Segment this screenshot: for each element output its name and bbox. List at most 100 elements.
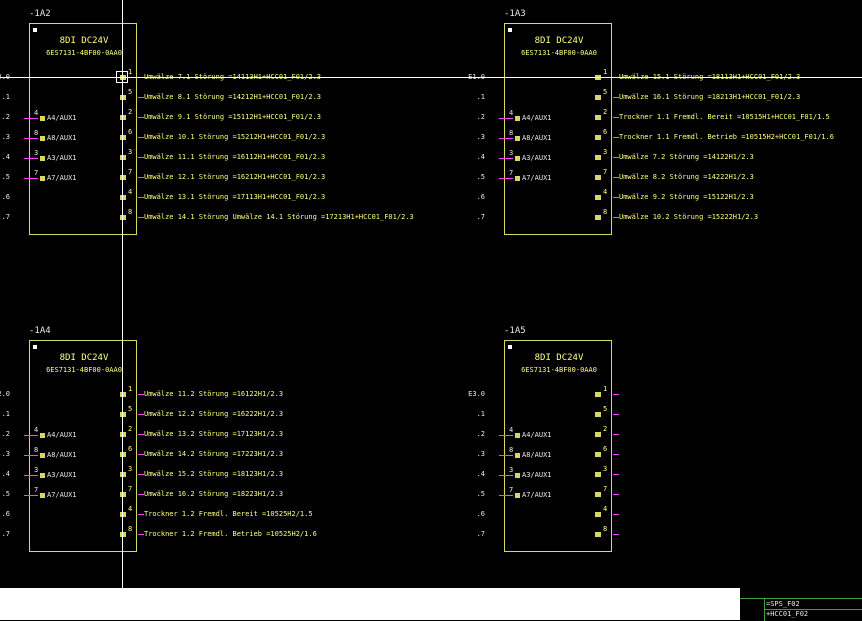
aux-number: 7 <box>34 486 39 494</box>
aux-terminal[interactable] <box>515 433 520 438</box>
module-frame[interactable]: 8DI DC24V 6ES7131-4BF00-0AA0 E0.01Umwälz… <box>0 23 414 235</box>
terminal-pin[interactable] <box>595 115 601 120</box>
aux-number: 7 <box>509 486 514 494</box>
signal-description[interactable]: Umwälze 11.1 Störung =16112H1+HCC01_F01/… <box>144 152 325 162</box>
aux-label: A7/AUX1 <box>47 174 77 182</box>
terminal-pin[interactable] <box>120 215 126 220</box>
module-frame[interactable]: 8DI DC24V 6ES7131-4BF00-0AA0 E1.0 1 Umwälz… <box>468 23 834 235</box>
terminal-pin[interactable] <box>120 512 126 517</box>
signal-description[interactable]: Umwälze 12.1 Störung =16212H1+HCC01_F01/… <box>144 172 325 182</box>
signal-description[interactable]: Umwälze 10.2 Störung =15222H1/2.3 <box>619 212 758 222</box>
terminal-pin[interactable] <box>120 175 126 180</box>
terminal-pin[interactable] <box>595 432 601 437</box>
aux-terminal[interactable] <box>515 156 520 161</box>
aux-label: A7/AUX1 <box>522 174 552 182</box>
aux-terminal[interactable] <box>40 433 45 438</box>
aux-terminal[interactable] <box>515 473 520 478</box>
signal-description[interactable]: Umwälze 13.2 Störung =17123H1/2.3 <box>144 429 283 439</box>
aux-terminal[interactable] <box>515 453 520 458</box>
terminal-pin[interactable] <box>120 195 126 200</box>
signal-description[interactable]: Umwälze 8.1 Störung =14212H1+HCC01_F01/2… <box>144 92 321 102</box>
aux-terminal[interactable] <box>40 116 45 121</box>
io-address: .1 <box>476 93 485 101</box>
aux-terminal[interactable] <box>515 116 520 121</box>
terminal-pin[interactable] <box>595 452 601 457</box>
aux-number: 4 <box>509 109 514 117</box>
terminal-pin[interactable] <box>595 135 601 140</box>
signal-description[interactable]: Umwälze 7.2 Störung =14122H1/2.3 <box>619 152 754 162</box>
aux-wire <box>499 475 513 476</box>
aux-terminal[interactable] <box>40 176 45 181</box>
module-label: -1A3 <box>504 9 526 19</box>
terminal-pin[interactable] <box>120 452 126 457</box>
io-address: .6 <box>476 193 485 201</box>
aux-number: 3 <box>509 466 514 474</box>
aux-label: A8/AUX1 <box>522 134 552 142</box>
signal-description[interactable]: Umwälze 14.2 Störung =17223H1/2.3 <box>144 449 283 459</box>
module-frame[interactable]: 8DI DC24V 6ES7131-4BF00-0AA0 E3.0 1 .1 5 .2 2… <box>468 340 619 552</box>
io-address: .4 <box>1 470 10 478</box>
aux-number: 4 <box>34 109 39 117</box>
signal-description[interactable]: Trockner 1.2 Fremdl. Bereit =10525H2/1.5 <box>144 509 313 519</box>
aux-terminal[interactable] <box>515 136 520 141</box>
terminal-number: 7 <box>128 168 133 176</box>
signal-description[interactable]: Umwälze 15.2 Störung =18123H1/2.3 <box>144 469 283 479</box>
module-part-number: 6ES7131-4BF00-0AA0 <box>521 366 597 374</box>
terminal-pin[interactable] <box>120 115 126 120</box>
aux-wire <box>24 178 38 179</box>
terminal-number: 6 <box>603 128 608 136</box>
terminal-pin[interactable] <box>120 472 126 477</box>
terminal-pin[interactable] <box>595 215 601 220</box>
terminal-pin[interactable] <box>595 412 601 417</box>
aux-number: 3 <box>34 466 39 474</box>
aux-terminal[interactable] <box>40 473 45 478</box>
terminal-pin[interactable] <box>595 472 601 477</box>
terminal-pin[interactable] <box>120 135 126 140</box>
signal-description[interactable]: Umwälze 14.1 Störung Umwälze 14.1 Störun… <box>144 212 414 222</box>
io-address: .7 <box>476 213 485 221</box>
schematic-canvas[interactable]: -1A2 8DI DC24V 6ES7131-4BF00-0AA0 E0.01U… <box>0 0 862 588</box>
io-address: .5 <box>1 173 10 181</box>
terminal-pin[interactable] <box>595 95 601 100</box>
signal-description[interactable]: Umwälze 16.1 Störung =18213H1+HCC01_F01/… <box>619 92 800 102</box>
terminal-pin[interactable] <box>595 392 601 397</box>
aux-terminal[interactable] <box>40 493 45 498</box>
aux-terminal[interactable] <box>40 136 45 141</box>
structure-legend[interactable]: =SPS_F02 +HCC01_F02 <box>740 598 862 621</box>
signal-description[interactable]: Umwälze 11.2 Störung =16122H1/2.3 <box>144 389 283 399</box>
terminal-pin[interactable] <box>120 95 126 100</box>
io-address: .4 <box>476 470 485 478</box>
signal-description[interactable]: Trockner 1.1 Fremdl. Betrieb =10515H2+HC… <box>619 132 834 142</box>
terminal-pin[interactable] <box>595 175 601 180</box>
terminal-pin[interactable] <box>120 532 126 537</box>
aux-terminal[interactable] <box>515 176 520 181</box>
aux-wire <box>499 138 513 139</box>
terminal-pin[interactable] <box>120 412 126 417</box>
signal-description[interactable]: Umwälze 10.1 Störung =15212H1+HCC01_F01/… <box>144 132 325 142</box>
signal-description[interactable]: Trockner 1.2 Fremdl. Betrieb =10525H2/1.… <box>144 529 317 539</box>
signal-description[interactable]: Umwälze 9.2 Störung =15122H1/2.3 <box>619 192 754 202</box>
terminal-pin[interactable] <box>120 492 126 497</box>
io-address: E2.0 <box>0 390 10 398</box>
module-label: -1A4 <box>29 326 51 336</box>
terminal-pin[interactable] <box>595 512 601 517</box>
terminal-pin[interactable] <box>595 155 601 160</box>
terminal-pin[interactable] <box>595 195 601 200</box>
aux-terminal[interactable] <box>515 493 520 498</box>
terminal-pin[interactable] <box>120 432 126 437</box>
terminal-pin[interactable] <box>120 155 126 160</box>
aux-terminal[interactable] <box>40 156 45 161</box>
aux-terminal[interactable] <box>40 453 45 458</box>
signal-description[interactable]: Umwälze 9.1 Störung =15112H1+HCC01_F01/2… <box>144 112 321 122</box>
signal-description[interactable]: Umwälze 8.2 Störung =14222H1/2.3 <box>619 172 754 182</box>
signal-description[interactable]: Umwälze 13.1 Störung =17113H1+HCC01_F01/… <box>144 192 325 202</box>
terminal-pin[interactable] <box>595 532 601 537</box>
signal-description[interactable]: Umwälze 12.2 Störung =16222H1/2.3 <box>144 409 283 419</box>
signal-description[interactable]: Umwälze 16.2 Störung =18223H1/2.3 <box>144 489 283 499</box>
module-frame[interactable]: 8DI DC24V 6ES7131-4BF00-0AA0 E2.01Umwälz… <box>0 340 317 552</box>
terminal-number: 1 <box>128 68 133 76</box>
terminal-pin[interactable] <box>120 392 126 397</box>
signal-description[interactable]: Trockner 1.1 Fremdl. Bereit =10515H1+HCC… <box>619 112 830 122</box>
terminal-pin[interactable] <box>595 492 601 497</box>
io-address: .2 <box>476 430 485 438</box>
